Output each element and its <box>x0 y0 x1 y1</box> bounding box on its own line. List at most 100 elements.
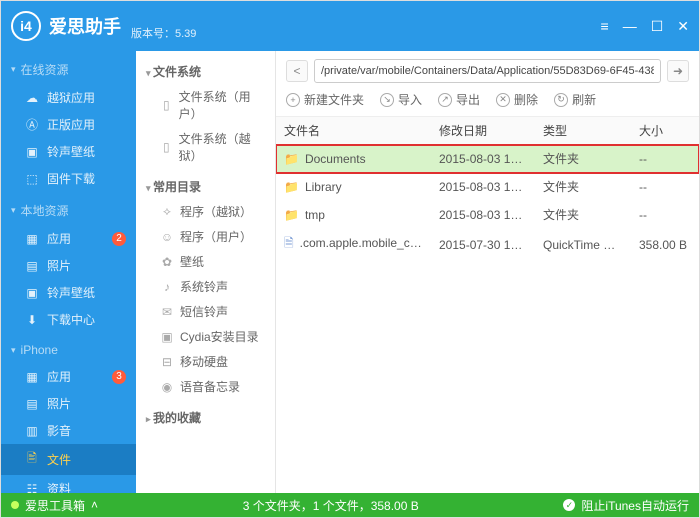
bell-icon: ♪ <box>160 280 174 294</box>
app-window: i4 爱思助手 版本号：5.39 ≡ — ☐ ✕ 在线资源 ☁越狱应用 Ⓐ正版应… <box>0 0 700 518</box>
side-item-iphone-apps[interactable]: ▦应用3 <box>1 363 136 390</box>
side-item-local-apps[interactable]: ▦应用2 <box>1 225 136 252</box>
folder-icon: 📁 <box>284 180 299 194</box>
table-row[interactable]: 📁tmp 2015-08-03 15:... 文件夹 -- <box>276 201 699 229</box>
tree-item-apps-root[interactable]: ⟡程序（越狱） <box>140 199 271 224</box>
gear-icon: ✿ <box>160 255 174 269</box>
new-folder-button[interactable]: +新建文件夹 <box>286 91 364 108</box>
tree-item-sms-ringtone[interactable]: ✉短信铃声 <box>140 299 271 324</box>
maximize-icon[interactable]: ☐ <box>651 18 664 35</box>
tree-item-apps-user[interactable]: ☺程序（用户） <box>140 224 271 249</box>
btn-label: 删除 <box>514 91 538 108</box>
tree-item-voice-memo[interactable]: ◉ 语音备忘录 <box>140 374 271 399</box>
table-row[interactable]: 📁Library 2015-08-03 10:... 文件夹 -- <box>276 173 699 201</box>
apps-icon: ▦ <box>25 370 39 384</box>
tree-label: 壁纸 <box>180 253 204 270</box>
tree-item-wallpaper[interactable]: ✿ 壁纸 <box>140 249 271 274</box>
side-label: 照片 <box>47 257 71 274</box>
table-row[interactable]: 📁Documents 2015-08-03 10:... 文件夹 -- <box>276 145 699 173</box>
cell: 358.00 B <box>631 233 699 257</box>
import-button[interactable]: ↘导入 <box>380 91 422 108</box>
settings-icon[interactable]: ≡ <box>601 18 609 35</box>
tree-item-ext-disk[interactable]: ⊟移动硬盘 <box>140 349 271 374</box>
cell: 文件夹 <box>535 201 631 228</box>
side-item-download-center[interactable]: ⬇下载中心 <box>1 306 136 333</box>
refresh-button[interactable]: ↻ 刷新 <box>554 91 596 108</box>
tree-panel: 文件系统 ▯文件系统（用户） ▯文件系统（越狱） 常用目录 ⟡程序（越狱） ☺程… <box>136 51 276 493</box>
tree-head-common[interactable]: 常用目录 <box>140 174 271 199</box>
tree-item-cydia[interactable]: ▣Cydia安装目录 <box>140 324 271 349</box>
side-item-local-ringtone-wall[interactable]: ▣铃声壁纸 <box>1 279 136 306</box>
side-item-official[interactable]: Ⓐ正版应用 <box>1 111 136 138</box>
btn-label: 导入 <box>398 91 422 108</box>
toolbar: +新建文件夹 ↘导入 ↗导出 ✕ 删除 ↻ 刷新 <box>276 87 699 117</box>
tree-item-fs-root[interactable]: ▯文件系统（越狱） <box>140 126 271 168</box>
nav-back-button[interactable]: < <box>286 60 308 82</box>
col-size[interactable]: 大小 <box>631 117 699 144</box>
delete-button[interactable]: ✕ 删除 <box>496 91 538 108</box>
cell: 2015-08-03 10:... <box>431 147 535 171</box>
side-head-online[interactable]: 在线资源 <box>1 55 136 84</box>
col-name[interactable]: 文件名 <box>276 117 431 144</box>
side-section-iphone: iPhone ▦应用3 ▤照片 ▥影音 🖹文件 ☷资料 ⋯更多 <box>1 337 136 493</box>
sidebar: 在线资源 ☁ 越狱应用 Ⓐ正版应用 ▣ 铃声壁纸 ⬚固件下载 本地资源 ▦应用2 ▤… <box>1 51 136 493</box>
apps-icon: ▦ <box>25 232 39 246</box>
tree-head-fs[interactable]: 文件系统 <box>140 59 271 84</box>
media-icon: ▣ <box>25 145 39 159</box>
cell: Documents <box>305 152 366 166</box>
table-row[interactable]: 🗎.com.apple.mobile_container_manager.met… <box>276 229 699 261</box>
status-bar: 爱思工具箱 ˄ 3 个文件夹，1 个文件，358.00 B ✓ 阻止iTunes… <box>1 493 699 517</box>
tree-label: 语音备忘录 <box>180 378 240 395</box>
status-toolbox-button[interactable]: 爱思工具箱 ˄ <box>1 493 108 517</box>
user-icon: ☺ <box>160 230 174 244</box>
side-head-iphone[interactable]: iPhone <box>1 337 136 363</box>
minimize-icon[interactable]: — <box>623 18 637 35</box>
side-item-firmware[interactable]: ⬚固件下载 <box>1 165 136 192</box>
check-icon: ✓ <box>563 499 575 511</box>
folder-icon: 📁 <box>284 208 299 222</box>
side-head-local[interactable]: 本地资源 <box>1 196 136 225</box>
side-label: 越狱应用 <box>47 89 95 106</box>
side-label: 铃声壁纸 <box>47 143 95 160</box>
close-icon[interactable]: ✕ <box>677 18 689 35</box>
disk-icon: ⊟ <box>160 355 174 369</box>
tree-label: Cydia安装目录 <box>180 328 259 345</box>
side-item-local-photos[interactable]: ▤照片 <box>1 252 136 279</box>
badge: 2 <box>112 232 126 246</box>
tree-label: 短信铃声 <box>180 303 228 320</box>
cell: 文件夹 <box>535 173 631 200</box>
tree-group-common: 常用目录 ⟡程序（越狱） ☺程序（用户） ✿ 壁纸 ♪系统铃声 ✉短信铃声 ▣Cy… <box>140 174 271 399</box>
mic-icon: ◉ <box>160 380 174 394</box>
side-label: 文件 <box>47 451 71 468</box>
plus-icon: + <box>286 93 300 107</box>
tree-label: 文件系统（越狱） <box>179 130 265 164</box>
refresh-icon: ↻ <box>554 93 568 107</box>
side-item-iphone-info[interactable]: ☷资料 <box>1 475 136 493</box>
file-icon: 🗎 <box>284 236 294 250</box>
tree-head-fav[interactable]: 我的收藏 <box>140 405 271 430</box>
btn-label: 刷新 <box>572 91 596 108</box>
trash-icon: ✕ <box>496 93 510 107</box>
a-icon: Ⓐ <box>25 116 39 133</box>
col-type[interactable]: 类型 <box>535 117 631 144</box>
chevron-up-icon: ˄ <box>91 498 98 512</box>
download-icon: ⬚ <box>25 172 39 186</box>
col-date[interactable]: 修改日期 <box>431 117 535 144</box>
side-item-jailbreak[interactable]: ☁ 越狱应用 <box>1 84 136 111</box>
tree-item-sys-ringtone[interactable]: ♪系统铃声 <box>140 274 271 299</box>
path-input[interactable] <box>314 59 661 83</box>
side-item-ringtone-wall[interactable]: ▣ 铃声壁纸 <box>1 138 136 165</box>
status-itunes-button[interactable]: ✓ 阻止iTunes自动运行 <box>553 497 699 514</box>
side-item-iphone-photos[interactable]: ▤照片 <box>1 390 136 417</box>
download-icon: ⬇ <box>25 313 39 327</box>
side-item-iphone-files[interactable]: 🖹文件 <box>1 444 136 475</box>
cell: 2015-07-30 17:... <box>431 233 535 257</box>
export-button[interactable]: ↗导出 <box>438 91 480 108</box>
cell: 文件夹 <box>535 145 631 172</box>
cloud-icon: ☁ <box>25 91 39 105</box>
tree-item-fs-user[interactable]: ▯文件系统（用户） <box>140 84 271 126</box>
path-row: < ➜ <box>276 51 699 87</box>
btn-label: 导出 <box>456 91 480 108</box>
path-go-button[interactable]: ➜ <box>667 60 689 82</box>
side-item-iphone-media[interactable]: ▥影音 <box>1 417 136 444</box>
